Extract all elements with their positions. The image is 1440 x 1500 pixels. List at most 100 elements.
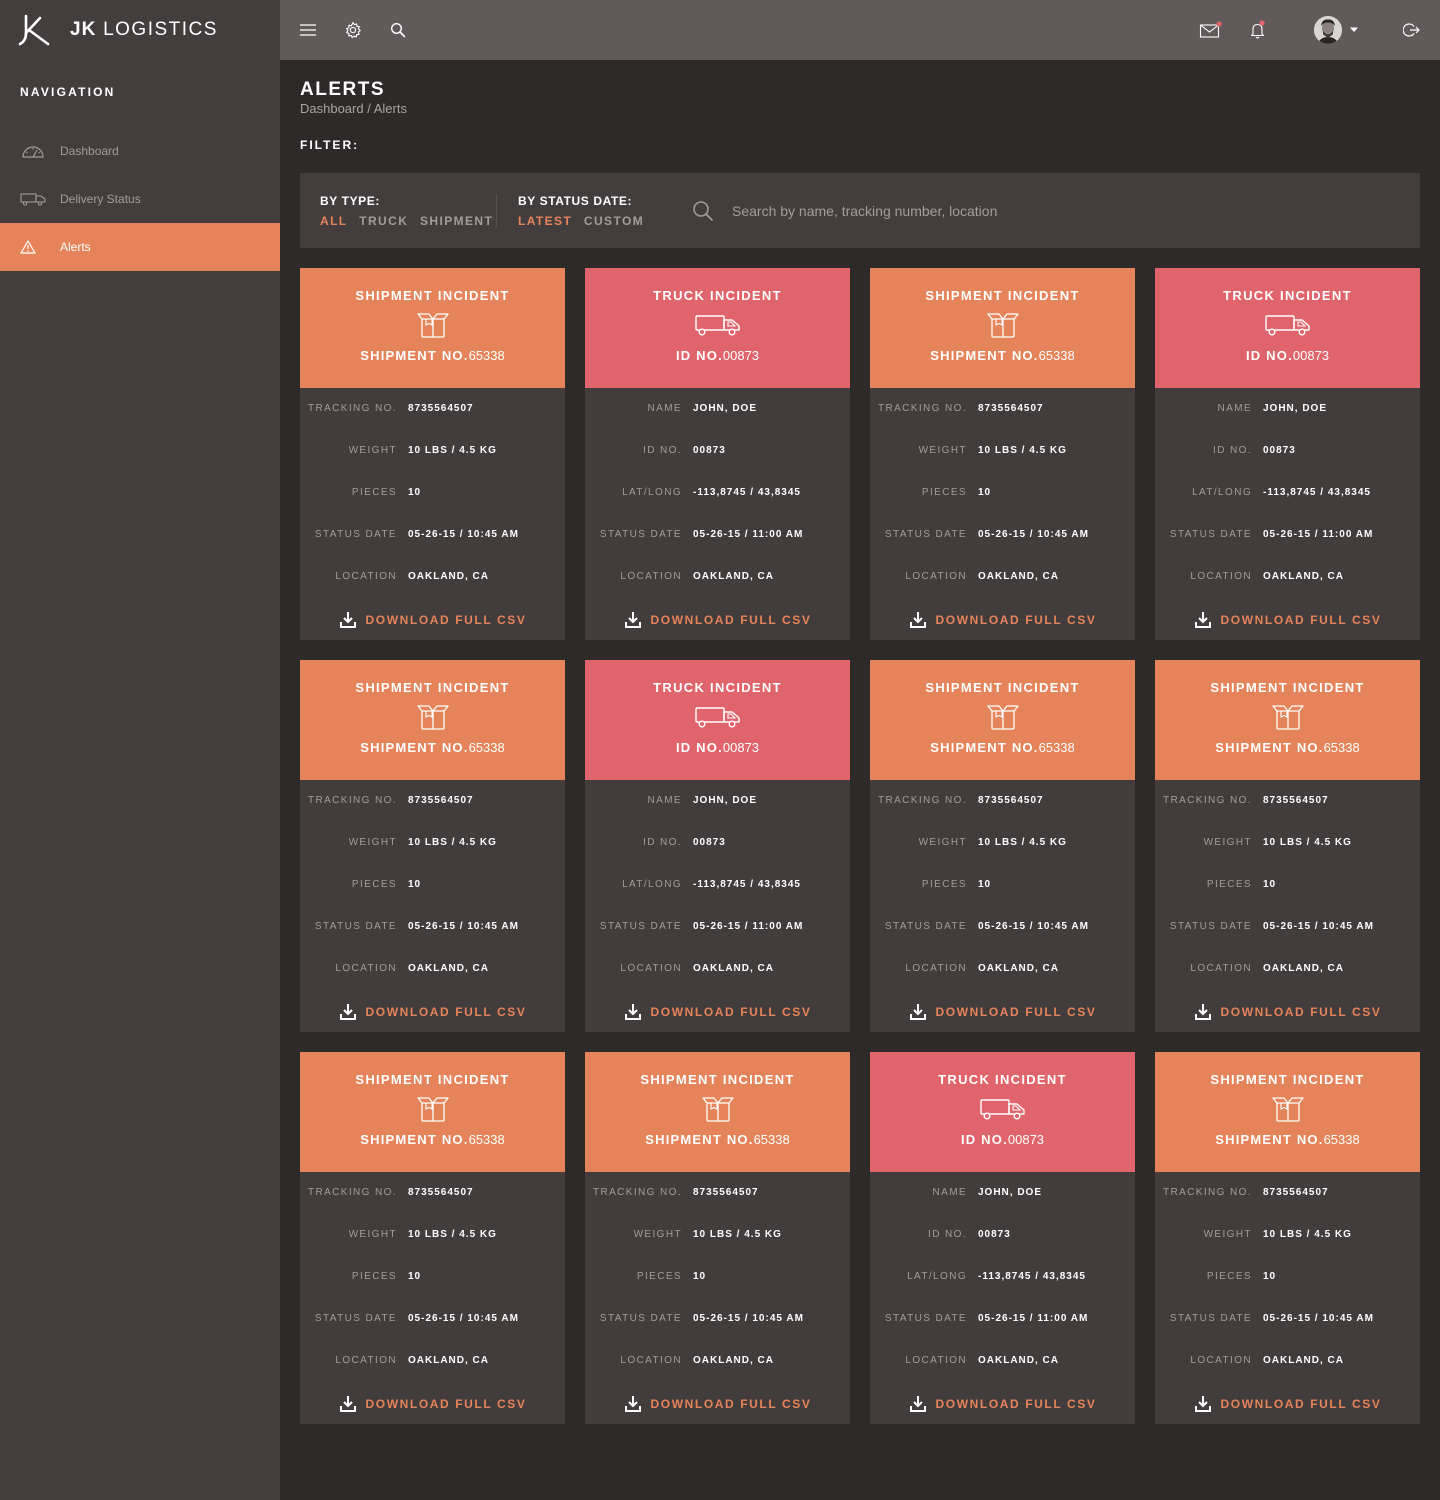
detail-label: STATUS DATE bbox=[884, 921, 967, 932]
card-number-value: 65338 bbox=[468, 1132, 505, 1147]
card-number: SHIPMENT NO.65338 bbox=[300, 349, 565, 363]
search-icon[interactable] bbox=[388, 20, 408, 40]
detail-label: STATUS DATE bbox=[314, 1313, 397, 1324]
filter-option-truck[interactable]: TRUCK bbox=[359, 214, 408, 228]
detail-row: ID NO. 00873 bbox=[585, 445, 850, 487]
detail-value: 00873 bbox=[978, 1229, 1011, 1240]
bell-icon[interactable] bbox=[1248, 20, 1268, 40]
detail-label: PIECES bbox=[1206, 1271, 1252, 1282]
detail-row: PIECES 10 bbox=[300, 1271, 565, 1313]
detail-row: LOCATION OAKLAND, CA bbox=[585, 1355, 850, 1397]
card-number: SHIPMENT NO.65338 bbox=[300, 1133, 565, 1147]
card-type: SHIPMENT INCIDENT bbox=[355, 680, 510, 695]
detail-row: STATUS DATE 05-26-15 / 10:45 AM bbox=[585, 1313, 850, 1355]
filter-option-all[interactable]: ALL bbox=[320, 214, 348, 228]
download-label: DOWNLOAD FULL CSV bbox=[1220, 613, 1382, 627]
detail-label: ID NO. bbox=[643, 445, 682, 456]
detail-row: LOCATION OAKLAND, CA bbox=[300, 1355, 565, 1397]
filter-option-shipment[interactable]: SHIPMENT bbox=[420, 214, 493, 228]
speedometer-icon bbox=[20, 142, 46, 160]
detail-label: WEIGHT bbox=[1203, 1229, 1252, 1240]
detail-row: PIECES 10 bbox=[870, 879, 1135, 921]
detail-row: STATUS DATE 05-26-15 / 10:45 AM bbox=[300, 1313, 565, 1355]
detail-value: 05-26-15 / 11:00 AM bbox=[693, 529, 804, 540]
gear-icon[interactable] bbox=[343, 20, 363, 40]
avatar[interactable] bbox=[1314, 16, 1342, 44]
sidebar-item-alerts[interactable]: Alerts bbox=[0, 223, 280, 271]
detail-label: NAME bbox=[647, 795, 682, 806]
detail-label: LOCATION bbox=[1190, 1355, 1252, 1366]
detail-label: LOCATION bbox=[905, 1355, 967, 1366]
detail-value: 8735564507 bbox=[978, 795, 1044, 806]
detail-value: 10 bbox=[408, 879, 422, 890]
card-number-value: 00873 bbox=[1007, 1132, 1045, 1147]
filter-option-latest[interactable]: LATEST bbox=[518, 214, 572, 228]
card-type: TRUCK INCIDENT bbox=[653, 288, 782, 303]
logout-icon[interactable] bbox=[1402, 20, 1422, 40]
card-number: SHIPMENT NO.65338 bbox=[1155, 1133, 1420, 1147]
alert-card: TRUCK INCIDENT ID NO.00873 NAME JOHN, DOE… bbox=[585, 660, 850, 1032]
search-input[interactable] bbox=[732, 200, 1332, 222]
card-type: SHIPMENT INCIDENT bbox=[1210, 680, 1365, 695]
detail-value: 05-26-15 / 10:45 AM bbox=[978, 529, 1089, 540]
detail-value: 05-26-15 / 10:45 AM bbox=[1263, 921, 1374, 932]
download-label: DOWNLOAD FULL CSV bbox=[650, 1397, 812, 1411]
download-label: DOWNLOAD FULL CSV bbox=[935, 1397, 1097, 1411]
menu-icon[interactable] bbox=[298, 20, 318, 40]
card-details: TRACKING NO. 8735564507 WEIGHT 10 LBS / 4.5… bbox=[1155, 1172, 1420, 1397]
detail-label: ID NO. bbox=[1213, 445, 1252, 456]
download-csv-button[interactable]: DOWNLOAD FULL CSV bbox=[300, 611, 565, 629]
card-header: TRUCK INCIDENT ID NO.00873 bbox=[585, 268, 850, 388]
detail-row: WEIGHT 10 LBS / 4.5 KG bbox=[300, 1229, 565, 1271]
detail-row: STATUS DATE 05-26-15 / 11:00 AM bbox=[585, 529, 850, 571]
download-icon bbox=[339, 612, 356, 628]
card-number-label: SHIPMENT NO. bbox=[360, 740, 469, 755]
filter-by-type-options: ALL TRUCK SHIPMENT bbox=[320, 214, 500, 228]
detail-label: PIECES bbox=[351, 1271, 397, 1282]
download-csv-button[interactable]: DOWNLOAD FULL CSV bbox=[870, 611, 1135, 629]
detail-value: JOHN, DOE bbox=[693, 795, 758, 806]
detail-label: STATUS DATE bbox=[599, 529, 682, 540]
brand[interactable]: JK LOGISTICS bbox=[0, 0, 280, 60]
detail-row: PIECES 10 bbox=[300, 879, 565, 921]
download-csv-button[interactable]: DOWNLOAD FULL CSV bbox=[585, 611, 850, 629]
download-csv-button[interactable]: DOWNLOAD FULL CSV bbox=[870, 1395, 1135, 1413]
filter-option-custom[interactable]: CUSTOM bbox=[584, 214, 644, 228]
card-type: SHIPMENT INCIDENT bbox=[355, 1072, 510, 1087]
sidebar-item-delivery-status[interactable]: Delivery Status bbox=[0, 175, 280, 223]
card-type: SHIPMENT INCIDENT bbox=[1210, 1072, 1365, 1087]
detail-label: STATUS DATE bbox=[884, 1313, 967, 1324]
download-csv-button[interactable]: DOWNLOAD FULL CSV bbox=[1155, 1003, 1420, 1021]
download-csv-button[interactable]: DOWNLOAD FULL CSV bbox=[300, 1395, 565, 1413]
detail-value: 10 LBS / 4.5 KG bbox=[408, 445, 497, 456]
chevron-down-icon[interactable] bbox=[1348, 20, 1360, 40]
detail-label: NAME bbox=[1217, 403, 1252, 414]
alert-card: SHIPMENT INCIDENT SHIPMENT NO.65338 TRAC… bbox=[1155, 1052, 1420, 1424]
detail-value: 10 bbox=[693, 1271, 707, 1282]
card-number-value: 65338 bbox=[1323, 740, 1360, 755]
card-header: TRUCK INCIDENT ID NO.00873 bbox=[1155, 268, 1420, 388]
mail-icon[interactable] bbox=[1199, 20, 1223, 40]
download-csv-button[interactable]: DOWNLOAD FULL CSV bbox=[870, 1003, 1135, 1021]
detail-row: WEIGHT 10 LBS / 4.5 KG bbox=[1155, 1229, 1420, 1271]
card-number: SHIPMENT NO.65338 bbox=[870, 349, 1135, 363]
detail-value: 10 LBS / 4.5 KG bbox=[978, 837, 1067, 848]
download-csv-button[interactable]: DOWNLOAD FULL CSV bbox=[1155, 611, 1420, 629]
breadcrumb[interactable]: Dashboard / Alerts bbox=[300, 101, 407, 117]
sidebar-item-dashboard[interactable]: Dashboard bbox=[0, 127, 280, 175]
download-icon bbox=[624, 612, 641, 628]
download-csv-button[interactable]: DOWNLOAD FULL CSV bbox=[585, 1003, 850, 1021]
detail-value: 10 LBS / 4.5 KG bbox=[1263, 1229, 1352, 1240]
detail-value: 10 bbox=[978, 487, 992, 498]
detail-row: STATUS DATE 05-26-15 / 10:45 AM bbox=[1155, 921, 1420, 963]
download-icon bbox=[1194, 612, 1211, 628]
filter-by-type: BY TYPE: ALL TRUCK SHIPMENT bbox=[320, 194, 500, 228]
download-csv-button[interactable]: DOWNLOAD FULL CSV bbox=[1155, 1395, 1420, 1413]
detail-label: LAT/LONG bbox=[622, 487, 682, 498]
download-csv-button[interactable]: DOWNLOAD FULL CSV bbox=[585, 1395, 850, 1413]
detail-label: TRACKING NO. bbox=[1162, 1187, 1252, 1198]
detail-label: STATUS DATE bbox=[599, 921, 682, 932]
download-csv-button[interactable]: DOWNLOAD FULL CSV bbox=[300, 1003, 565, 1021]
detail-row: WEIGHT 10 LBS / 4.5 KG bbox=[585, 1229, 850, 1271]
card-number-label: ID NO. bbox=[1245, 348, 1293, 363]
